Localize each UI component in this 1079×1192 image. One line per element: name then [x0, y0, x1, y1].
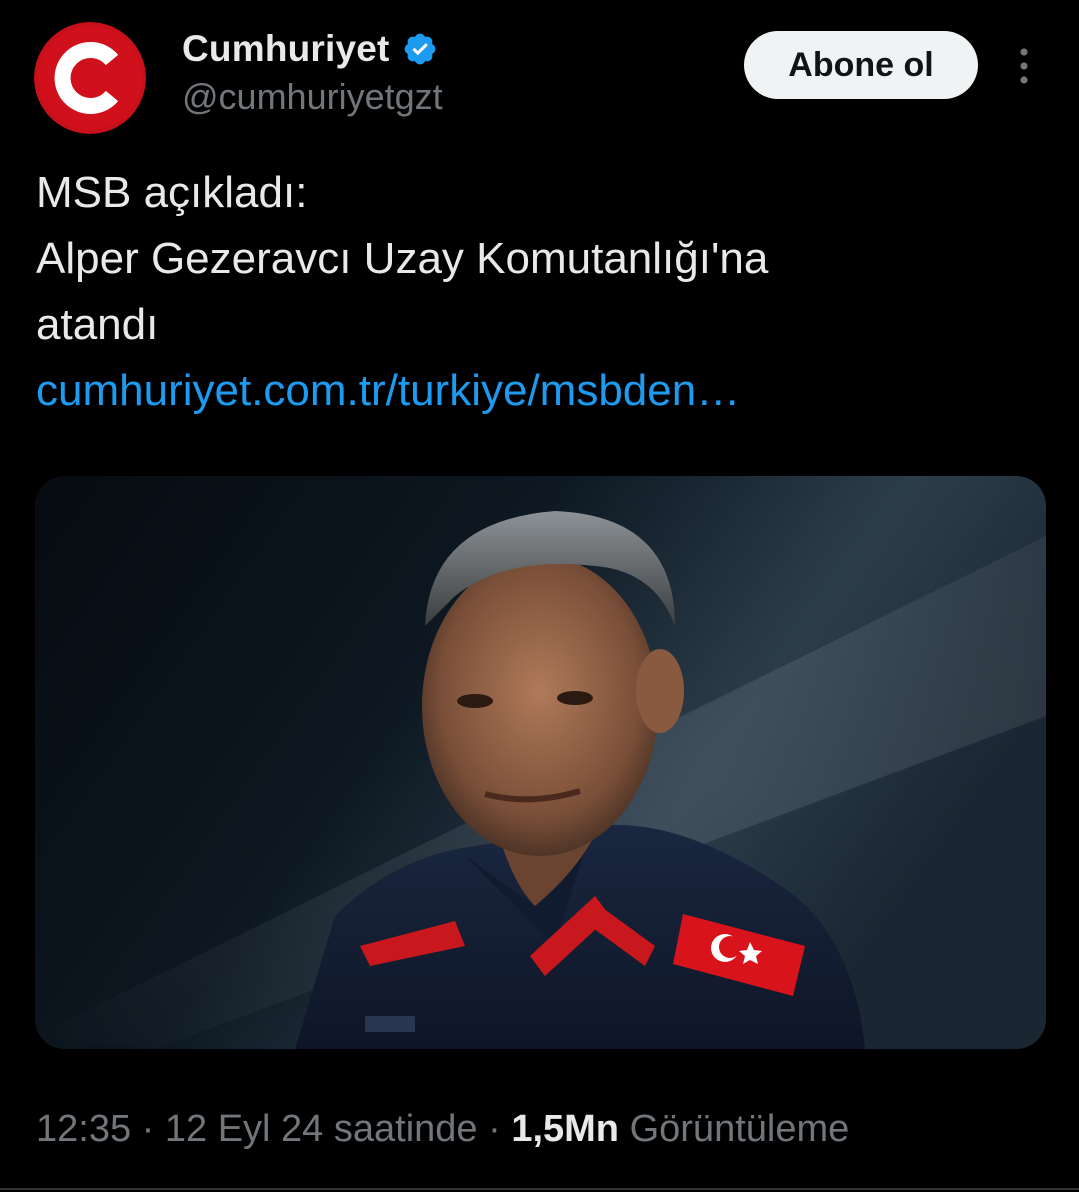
meta-separator: ·: [477, 1108, 512, 1150]
cumhuriyet-logo-icon: [34, 22, 146, 134]
divider: [0, 1188, 1079, 1190]
author-display-name[interactable]: Cumhuriyet: [182, 28, 390, 70]
tweet-time[interactable]: 12:35: [36, 1108, 131, 1150]
views-label: Görüntüleme: [619, 1108, 850, 1150]
views-count: 1,5Mn: [511, 1108, 620, 1150]
tweet-text: MSB açıkladı: Alper Gezeravcı Uzay Komut…: [36, 160, 1046, 424]
author-handle[interactable]: @cumhuriyetgzt: [182, 76, 443, 118]
tweet-link[interactable]: cumhuriyet.com.tr/turkiye/msbden…: [36, 358, 1046, 424]
follow-button[interactable]: Abone ol: [744, 31, 978, 99]
tweet-date[interactable]: 12 Eyl 24 saatinde: [165, 1108, 478, 1150]
author-name-row[interactable]: Cumhuriyet: [182, 26, 438, 72]
portrait-photo-icon: [35, 476, 1046, 1049]
meta-separator: ·: [131, 1108, 165, 1150]
tweet-line: atandı: [36, 300, 159, 349]
tweet-media-photo[interactable]: [35, 476, 1046, 1049]
tweet-line: Alper Gezeravcı Uzay Komutanlığı'na: [36, 234, 769, 283]
tweet-line: MSB açıkladı:: [36, 168, 308, 217]
tweet-meta: 12:35 · 12 Eyl 24 saatinde · 1,5Mn Görün…: [36, 1108, 849, 1151]
more-options-icon[interactable]: [1010, 44, 1038, 88]
verified-badge-icon: [404, 33, 435, 65]
author-avatar[interactable]: [34, 22, 146, 134]
